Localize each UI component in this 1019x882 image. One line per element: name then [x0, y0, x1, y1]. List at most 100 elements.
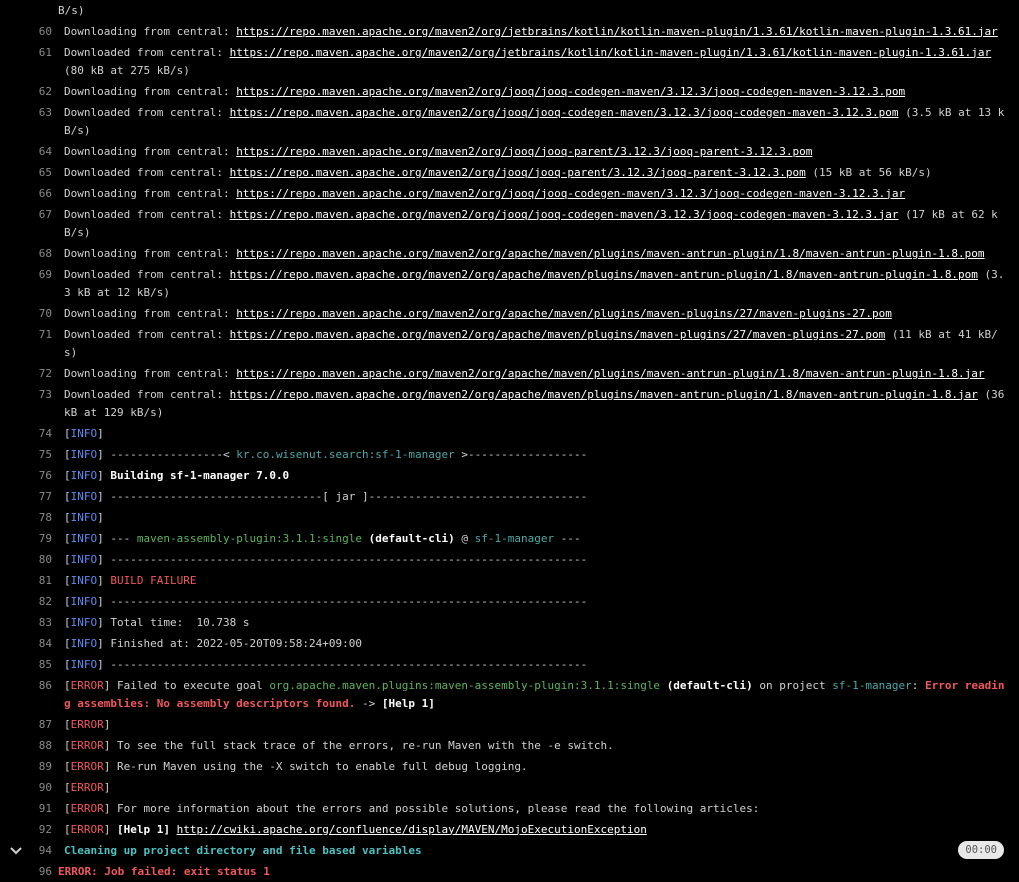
line-number[interactable]: 78 — [20, 509, 52, 527]
line-number[interactable]: 82 — [20, 593, 52, 611]
log-line-text: [INFO] --- maven-assembly-plugin:3.1.1:s… — [58, 530, 1009, 548]
log-line: 76 [INFO] Building sf-1-manager 7.0.0 — [0, 465, 1019, 486]
log-line-text: Downloaded from central: https://repo.ma… — [58, 386, 1009, 422]
help-link[interactable]: http://cwiki.apache.org/confluence/displ… — [177, 823, 647, 836]
log-prefix: Downloaded from central: — [64, 105, 230, 119]
log-segment: [ — [64, 615, 71, 629]
line-number[interactable]: 79 — [20, 530, 52, 548]
info-level-tag: INFO — [70, 657, 98, 671]
line-number[interactable]: 74 — [20, 425, 52, 443]
log-segment: [ — [64, 717, 71, 731]
log-line-text: [INFO] -----------------< kr.co.wisenut.… — [58, 446, 1009, 464]
log-line: 69 Downloaded from central: https://repo.… — [0, 264, 1019, 303]
log-segment: sf-1-manager — [474, 531, 555, 545]
line-number[interactable]: 71 — [20, 326, 52, 344]
line-number[interactable]: 89 — [20, 758, 52, 776]
line-number[interactable]: 68 — [20, 245, 52, 263]
artifact-link[interactable]: https://repo.maven.apache.org/maven2/org… — [230, 106, 899, 119]
log-line-text: Downloaded from central: https://repo.ma… — [58, 164, 1009, 182]
line-number[interactable]: 75 — [20, 446, 52, 464]
info-level-tag: INFO — [70, 594, 98, 608]
line-number[interactable]: 66 — [20, 185, 52, 203]
log-segment: [ — [64, 780, 71, 794]
info-level-tag: INFO — [70, 426, 98, 440]
line-number[interactable]: 96 — [20, 863, 52, 881]
line-number[interactable]: 92 — [20, 821, 52, 839]
log-line-text: [ERROR] Failed to execute goal org.apach… — [58, 677, 1009, 713]
log-line-text: Cleaning up project directory and file b… — [58, 842, 1009, 860]
line-number[interactable]: 87 — [20, 716, 52, 734]
log-line: 71 Downloaded from central: https://repo.… — [0, 324, 1019, 363]
log-segment: ] --------------------------------------… — [97, 594, 588, 608]
artifact-link[interactable]: https://repo.maven.apache.org/maven2/org… — [230, 46, 992, 59]
line-number[interactable]: 62 — [20, 83, 52, 101]
line-number[interactable]: 94 — [20, 842, 52, 860]
artifact-link[interactable]: https://repo.maven.apache.org/maven2/org… — [236, 247, 984, 260]
log-line: 82 [INFO] -------------------------------… — [0, 591, 1019, 612]
log-line: 75 [INFO] -----------------< kr.co.wisenu… — [0, 444, 1019, 465]
line-number[interactable]: 81 — [20, 572, 52, 590]
artifact-link[interactable]: https://repo.maven.apache.org/maven2/org… — [236, 25, 998, 38]
log-prefix: Downloading from central: — [64, 306, 237, 320]
line-number[interactable]: 90 — [20, 779, 52, 797]
line-number[interactable]: 83 — [20, 614, 52, 632]
log-line-text: [ERROR] To see the full stack trace of t… — [58, 737, 1009, 755]
log-line: 65 Downloaded from central: https://repo.… — [0, 162, 1019, 183]
log-line: 87 [ERROR] — [0, 714, 1019, 735]
log-line-text: Downloaded from central: https://repo.ma… — [58, 44, 1009, 80]
log-line: 63 Downloaded from central: https://repo.… — [0, 102, 1019, 141]
log-line-text: Downloaded from central: https://repo.ma… — [58, 206, 1009, 242]
info-level-tag: INFO — [70, 468, 98, 482]
artifact-link[interactable]: https://repo.maven.apache.org/maven2/org… — [230, 268, 978, 281]
artifact-link[interactable]: https://repo.maven.apache.org/maven2/org… — [236, 307, 892, 320]
log-segment: [ — [64, 573, 71, 587]
log-segment: ] Re-run Maven using the -X switch to en… — [103, 759, 528, 773]
line-number[interactable]: 85 — [20, 656, 52, 674]
line-number[interactable]: 73 — [20, 386, 52, 404]
info-level-tag: INFO — [70, 489, 98, 503]
log-segment: [ — [64, 738, 71, 752]
artifact-link[interactable]: https://repo.maven.apache.org/maven2/org… — [236, 187, 905, 200]
line-number[interactable]: 84 — [20, 635, 52, 653]
line-number[interactable]: 80 — [20, 551, 52, 569]
artifact-link[interactable]: https://repo.maven.apache.org/maven2/org… — [236, 85, 905, 98]
log-line: 66 Downloading from central: https://repo… — [0, 183, 1019, 204]
job-log: B/s) 60 Downloading from central: https:/… — [0, 0, 1019, 878]
line-number[interactable]: 72 — [20, 365, 52, 383]
line-number[interactable]: 67 — [20, 206, 52, 224]
log-line-text: ERROR: Job failed: exit status 1 — [58, 863, 1003, 881]
log-line-text: Downloading from central: https://repo.m… — [58, 23, 1009, 41]
line-number[interactable]: 88 — [20, 737, 52, 755]
log-line-text: [INFO] BUILD FAILURE — [58, 572, 1009, 590]
artifact-link[interactable]: https://repo.maven.apache.org/maven2/org… — [230, 208, 899, 221]
line-number[interactable]: 70 — [20, 305, 52, 323]
log-lines: 60 Downloading from central: https://repo… — [0, 21, 1019, 882]
log-line-text: Downloading from central: https://repo.m… — [58, 83, 1009, 101]
line-number[interactable]: 60 — [20, 23, 52, 41]
artifact-link[interactable]: https://repo.maven.apache.org/maven2/org… — [230, 388, 978, 401]
artifact-link[interactable]: https://repo.maven.apache.org/maven2/org… — [230, 328, 886, 341]
artifact-link[interactable]: https://repo.maven.apache.org/maven2/org… — [230, 166, 806, 179]
section-duration-badge: 00:00 — [958, 841, 1004, 859]
log-segment: ] Finished at: 2022-05-20T09:58:24+09:00 — [97, 636, 363, 650]
log-segment: [ — [64, 489, 71, 503]
line-number[interactable]: 76 — [20, 467, 52, 485]
artifact-link[interactable]: https://repo.maven.apache.org/maven2/org… — [236, 145, 812, 158]
line-number[interactable]: 77 — [20, 488, 52, 506]
line-number[interactable]: 64 — [20, 143, 52, 161]
section-header-line[interactable]: 94 Cleaning up project directory and file… — [0, 840, 1019, 861]
log-segment: [ — [64, 447, 71, 461]
line-number[interactable]: 69 — [20, 266, 52, 284]
line-number[interactable]: 86 — [20, 677, 52, 695]
line-number[interactable]: 61 — [20, 44, 52, 62]
line-number[interactable]: 91 — [20, 800, 52, 818]
artifact-link[interactable]: https://repo.maven.apache.org/maven2/org… — [236, 367, 984, 380]
log-line: 92 [ERROR] [Help 1] http://cwiki.apache.o… — [0, 819, 1019, 840]
line-number[interactable]: 63 — [20, 104, 52, 122]
log-line: 64 Downloading from central: https://repo… — [0, 141, 1019, 162]
line-number[interactable]: 65 — [20, 164, 52, 182]
log-prefix: Downloading from central: — [64, 246, 237, 260]
info-level-tag: INFO — [70, 552, 98, 566]
log-line-text: [INFO] — [58, 425, 1009, 443]
log-line: 83 [INFO] Total time: 10.738 s — [0, 612, 1019, 633]
